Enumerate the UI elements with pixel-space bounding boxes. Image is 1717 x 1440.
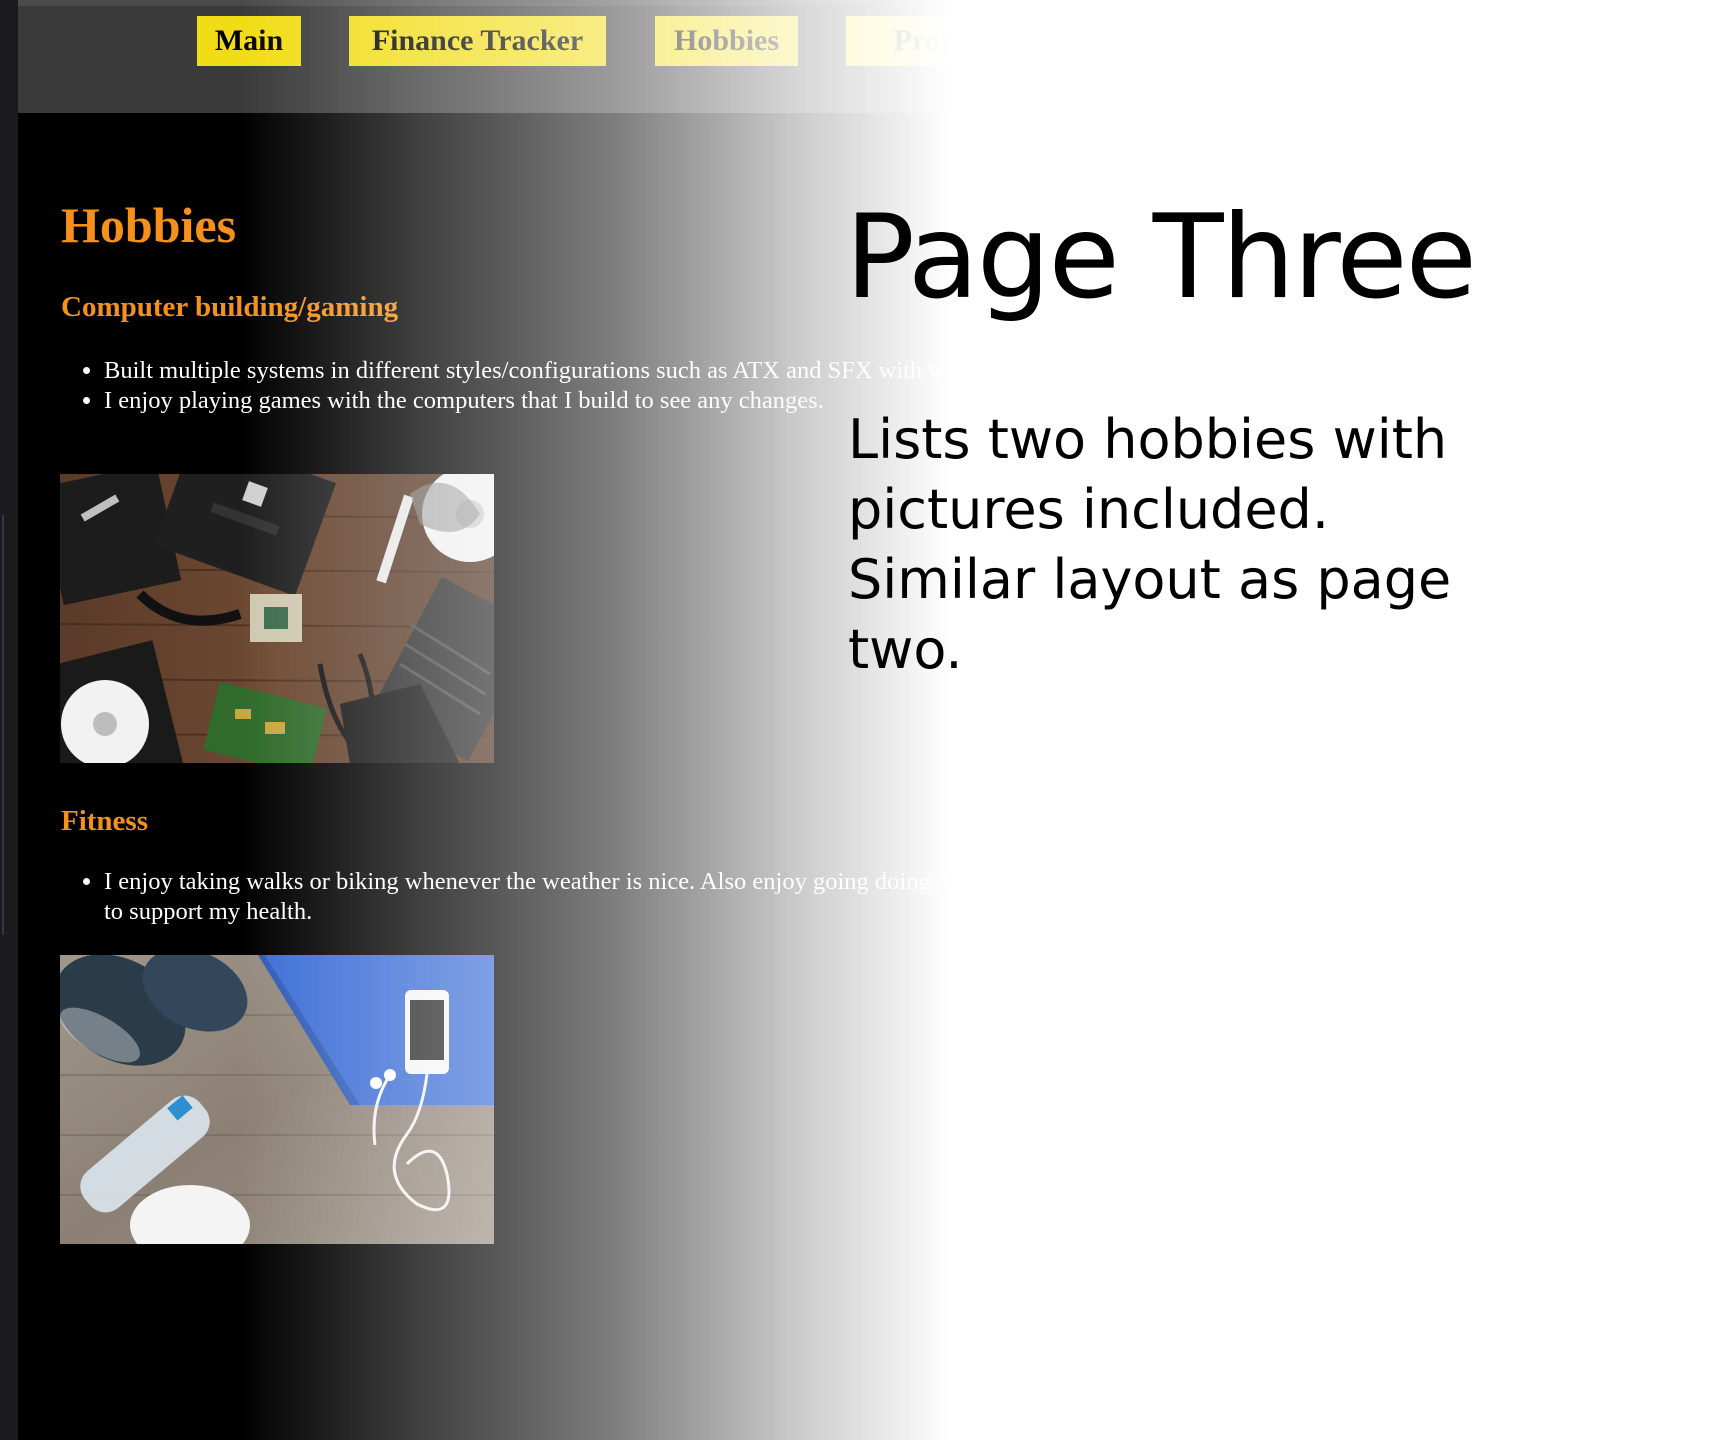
nav-hobbies-button[interactable]: Hobbies <box>655 16 798 66</box>
section-title-computer: Computer building/gaming <box>61 291 399 323</box>
window-edge <box>0 0 18 1440</box>
fitness-bullet-list: I enjoy taking walks or biking whenever … <box>61 867 1104 927</box>
nav-finance-tracker-button[interactable]: Finance Tracker <box>349 16 606 66</box>
fitness-image <box>60 955 494 1244</box>
page-heading: Hobbies <box>61 197 237 253</box>
section-title-fitness: Fitness <box>61 805 148 837</box>
nav-main-button[interactable]: Main <box>197 16 301 66</box>
slide-title: Page Three <box>845 190 1477 325</box>
slide: Main Finance Tracker Hobbies Projects Ho… <box>0 0 1717 1440</box>
slide-body-text: Lists two hobbies with pictures included… <box>848 408 1452 681</box>
computer-parts-image <box>60 474 494 763</box>
